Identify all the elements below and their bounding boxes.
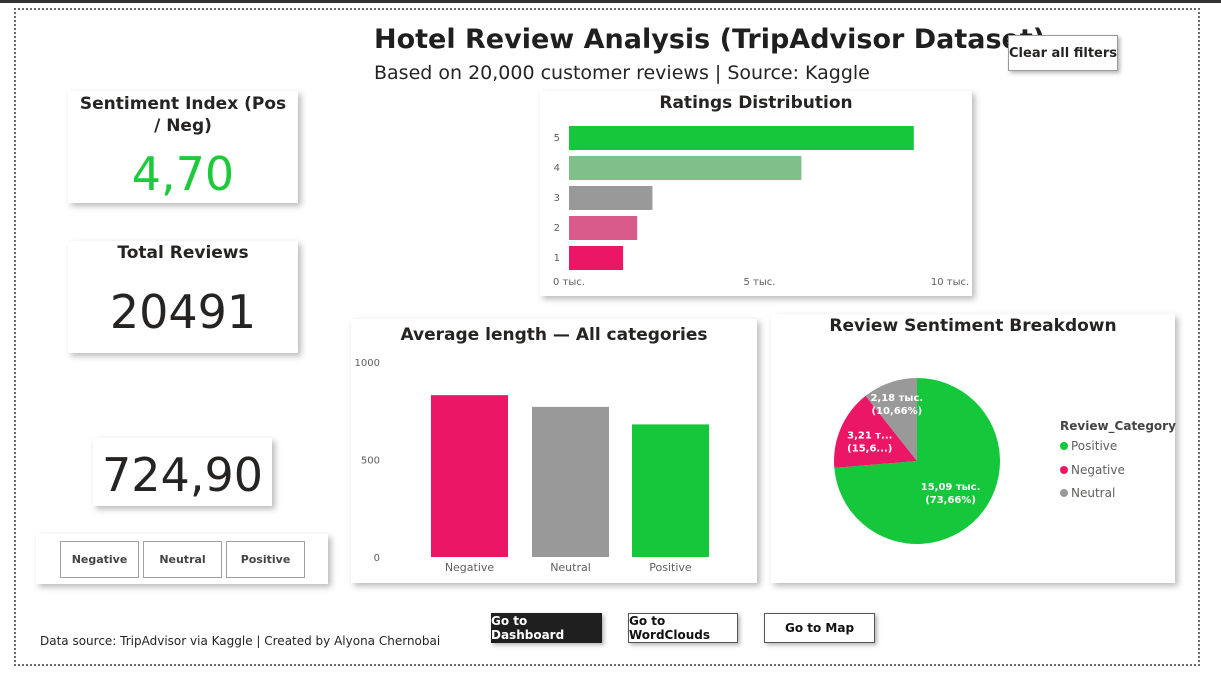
rating-tick-1: 1: [554, 253, 560, 264]
slicer-negative-button[interactable]: Negative: [60, 541, 139, 578]
ratings-x-tick: 0 тыс.: [553, 277, 585, 288]
total-reviews-label: Total Reviews: [117, 243, 249, 263]
average-length-value: 724,90: [102, 448, 263, 502]
average-length-chart-card: Average length — All categories Negative…: [351, 319, 757, 583]
rating-tick-3: 3: [554, 193, 560, 204]
rating-bar-3[interactable]: [569, 186, 653, 210]
pie-data-label: (73,66%): [925, 495, 976, 506]
legend-positive[interactable]: Positive: [1060, 439, 1117, 453]
legend-neutral[interactable]: Neutral: [1060, 486, 1115, 500]
rating-bar-4[interactable]: [569, 156, 802, 180]
rating-bar-1[interactable]: [569, 246, 624, 270]
pie-data-label: 2,18 тыс.: [870, 393, 923, 404]
pie-data-label: 15,09 тыс.: [921, 482, 981, 493]
rating-tick-5: 5: [554, 133, 560, 144]
category-slicer: Negative Neutral Positive: [36, 534, 328, 584]
go-to-dashboard-button[interactable]: Go to Dashboard: [491, 613, 602, 643]
total-reviews-card: Total Reviews 20491: [68, 241, 298, 353]
legend-negative-label: Negative: [1071, 463, 1125, 477]
top-border: [0, 0, 1221, 3]
go-to-map-button[interactable]: Go to Map: [764, 613, 875, 643]
sentiment-index-value: 4,70: [131, 147, 235, 201]
average-length-chart: Negative Neutral Positive 1000 500 0: [355, 358, 709, 574]
footer-credits: Data source: TripAdvisor via Kaggle | Cr…: [40, 634, 441, 648]
rating-tick-4: 4: [554, 163, 560, 174]
pie-data-label: (15,6...): [847, 444, 892, 455]
slicer-neutral-button[interactable]: Neutral: [143, 541, 222, 578]
positive-dot-icon: [1060, 442, 1068, 450]
avg-length-x-label: Negative: [445, 561, 495, 574]
ratings-distribution-chart: 543210 тыс. 5 тыс. 10 тыс.: [553, 126, 969, 288]
ratings-distribution-card: Ratings Distribution 543210 тыс. 5 тыс. 10…: [540, 91, 972, 296]
total-reviews-value: 20491: [109, 285, 257, 339]
avg-length-y-tick: 0: [374, 553, 380, 564]
avg-length-x-label: Positive: [649, 561, 692, 574]
neutral-dot-icon: [1060, 489, 1068, 497]
slicer-positive-button[interactable]: Positive: [226, 541, 305, 578]
sentiment-index-label: Sentiment Index (Pos / Neg): [79, 94, 287, 136]
rating-tick-2: 2: [554, 223, 560, 234]
legend-neutral-label: Neutral: [1071, 486, 1116, 500]
rating-bar-5[interactable]: [569, 126, 914, 150]
go-to-wordclouds-button[interactable]: Go to WordClouds: [628, 613, 738, 643]
avg-length-y-tick: 1000: [355, 358, 380, 369]
avg-length-bar-neutral[interactable]: [532, 406, 609, 557]
rating-bar-2[interactable]: [569, 216, 638, 240]
avg-length-y-tick: 500: [361, 456, 380, 467]
page-subtitle: Based on 20,000 customer reviews | Sourc…: [374, 62, 870, 84]
negative-dot-icon: [1060, 466, 1068, 474]
avg-length-bar-negative[interactable]: [431, 395, 508, 557]
avg-length-bar-positive[interactable]: [632, 424, 709, 557]
pie-data-label: 3,21 т...: [847, 431, 892, 442]
pie-legend-title: Review_Category: [1060, 419, 1176, 433]
legend-positive-label: Positive: [1071, 439, 1118, 453]
avg-length-x-label: Neutral: [550, 561, 591, 574]
average-length-card: 724,90: [93, 438, 272, 506]
pie-data-label: (10,66%): [871, 406, 922, 417]
ratings-x-tick: 5 тыс.: [744, 277, 776, 288]
clear-filters-button[interactable]: Clear all filters: [1008, 35, 1118, 71]
ratings-x-tick: 10 тыс.: [931, 277, 969, 288]
sentiment-index-card: Sentiment Index (Pos / Neg) 4,70: [68, 91, 298, 203]
page-title: Hotel Review Analysis (TripAdvisor Datas…: [374, 24, 1046, 55]
legend-negative[interactable]: Negative: [1060, 463, 1125, 477]
